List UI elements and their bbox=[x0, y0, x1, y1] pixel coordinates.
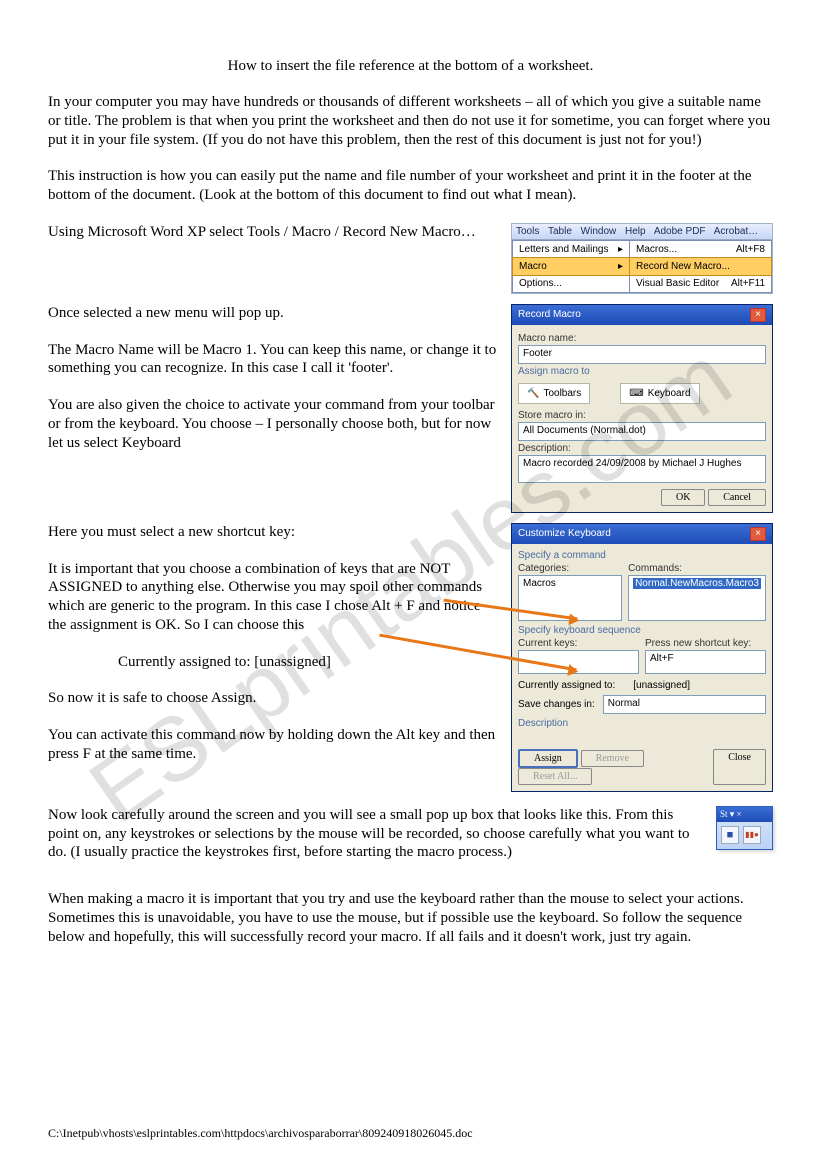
menu-window: Window bbox=[581, 226, 617, 237]
menu-item-macro: Macro▸ bbox=[512, 257, 630, 276]
screenshot-customize-keyboard-dialog: Customize Keyboard × Specify a command C… bbox=[511, 523, 773, 792]
dialog-titlebar: Record Macro × bbox=[512, 305, 772, 325]
menu-item-options: Options... bbox=[513, 275, 629, 292]
commands-listbox: Normal.NewMacros.Macro3 bbox=[628, 575, 766, 621]
menu-table: Table bbox=[548, 226, 572, 237]
reset-all-button: Reset All... bbox=[518, 768, 592, 785]
paragraph-macro-name: The Macro Name will be Macro 1. You can … bbox=[48, 341, 501, 379]
paragraph-intro-1: In your computer you may have hundreds o… bbox=[48, 93, 773, 149]
paragraph-activate: You can activate this command now by hol… bbox=[48, 726, 501, 764]
screenshot-stop-recording-toolbar: St ▾ × ■ ▮▮● bbox=[716, 806, 773, 850]
paragraph-not-assigned: It is important that you choose a combin… bbox=[48, 560, 501, 635]
ok-button: OK bbox=[661, 489, 705, 506]
close-icon: × bbox=[750, 527, 766, 541]
paragraph-keyboard-advice: When making a macro it is important that… bbox=[48, 890, 773, 946]
stop-recording-icon: ■ bbox=[721, 826, 739, 844]
commands-label: Commands: bbox=[628, 563, 766, 574]
paragraph-assign-safe: So now it is safe to choose Assign. bbox=[48, 689, 501, 708]
macro-submenu: Macros...Alt+F8 Record New Macro... Visu… bbox=[629, 240, 772, 293]
submenu-vb-editor: Visual Basic EditorAlt+F11 bbox=[630, 275, 771, 292]
close-icon: × bbox=[750, 308, 766, 322]
current-keys-label: Current keys: bbox=[518, 638, 639, 649]
specify-sequence-label: Specify keyboard sequence bbox=[518, 625, 766, 636]
currently-assigned-value: [unassigned] bbox=[633, 680, 690, 691]
menu-tools: Tools bbox=[516, 226, 539, 237]
assign-toolbars-option: 🔨Toolbars bbox=[518, 383, 590, 404]
paragraph-shortcut: Here you must select a new shortcut key: bbox=[48, 523, 501, 542]
paragraph-intro-2: This instruction is how you can easily p… bbox=[48, 167, 773, 205]
description-field: Macro recorded 24/09/2008 by Michael J H… bbox=[518, 455, 766, 483]
save-changes-label: Save changes in: bbox=[518, 699, 595, 710]
paragraph-popup-box: Now look carefully around the screen and… bbox=[48, 806, 706, 862]
paragraph-choice: You are also given the choice to activat… bbox=[48, 396, 501, 452]
toolbars-icon: 🔨 bbox=[527, 388, 539, 399]
close-button: Close bbox=[713, 749, 766, 785]
dialog-titlebar-ck: Customize Keyboard × bbox=[512, 524, 772, 544]
footer-file-path: C:\Inetpub\vhosts\eslprintables.com\http… bbox=[48, 1126, 473, 1141]
assign-keyboard-option: ⌨Keyboard bbox=[620, 383, 699, 404]
categories-label: Categories: bbox=[518, 563, 622, 574]
pause-recording-icon: ▮▮● bbox=[743, 826, 761, 844]
menu-adobe-pdf: Adobe PDF bbox=[654, 226, 706, 237]
paragraph-popup: Once selected a new menu will pop up. bbox=[48, 304, 501, 323]
assign-button: Assign bbox=[518, 749, 578, 768]
macro-name-field: Footer bbox=[518, 345, 766, 364]
screenshot-record-macro-dialog: Record Macro × Macro name: Footer Assign… bbox=[511, 304, 773, 513]
submenu-macros: Macros...Alt+F8 bbox=[630, 241, 771, 258]
macro-name-label: Macro name: bbox=[518, 333, 766, 344]
toolbar-titlebar: St ▾ × bbox=[717, 807, 772, 822]
keyboard-icon: ⌨ bbox=[629, 388, 643, 399]
menu-item-letters: Letters and Mailings▸ bbox=[513, 241, 629, 258]
cancel-button: Cancel bbox=[708, 489, 766, 506]
store-macro-field: All Documents (Normal.dot) bbox=[518, 422, 766, 441]
paragraph-step-1: Using Microsoft Word XP select Tools / M… bbox=[48, 223, 501, 242]
remove-button: Remove bbox=[581, 750, 644, 767]
menubar: Tools Table Window Help Adobe PDF Acroba… bbox=[512, 224, 772, 240]
submenu-record-new-macro: Record New Macro... bbox=[629, 257, 772, 276]
save-changes-field: Normal bbox=[603, 695, 766, 714]
press-new-shortcut-label: Press new shortcut key: bbox=[645, 638, 766, 649]
tools-dropdown: Letters and Mailings▸ Macro▸ Options... bbox=[512, 240, 630, 293]
description-label-ck: Description bbox=[518, 718, 766, 729]
assign-macro-label: Assign macro to bbox=[518, 366, 766, 377]
specify-command-label: Specify a command bbox=[518, 550, 766, 561]
menu-help: Help bbox=[625, 226, 646, 237]
screenshot-tools-menu: Tools Table Window Help Adobe PDF Acroba… bbox=[511, 223, 773, 294]
currently-assigned-label: Currently assigned to: bbox=[518, 680, 615, 691]
page-title: How to insert the file reference at the … bbox=[48, 58, 773, 75]
menu-acrobat: Acrobat… bbox=[714, 226, 758, 237]
paragraph-unassigned-line: Currently assigned to: [unassigned] bbox=[48, 653, 501, 672]
description-label: Description: bbox=[518, 443, 766, 454]
press-new-shortcut-field: Alt+F bbox=[645, 650, 766, 674]
store-macro-label: Store macro in: bbox=[518, 410, 766, 421]
